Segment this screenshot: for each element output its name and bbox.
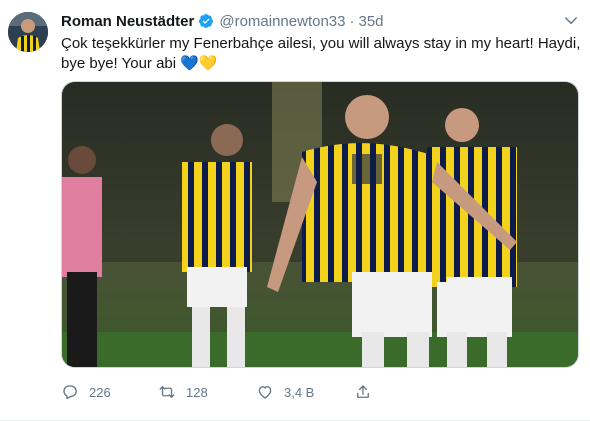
verified-badge-icon (199, 14, 214, 29)
display-name[interactable]: Roman Neustädter (61, 13, 194, 30)
share-icon (357, 385, 369, 398)
reply-count: 226 (89, 384, 111, 400)
chevron-down-icon[interactable] (562, 12, 580, 30)
retweet-button[interactable]: 128 (158, 383, 256, 401)
tweet-media[interactable] (61, 81, 579, 368)
separator-dot: · (349, 12, 355, 30)
retweet-count: 128 (186, 384, 208, 400)
retweet-icon (159, 386, 175, 398)
heart-icon (258, 386, 272, 399)
user-handle[interactable]: @romainnewton33 (219, 13, 345, 30)
avatar-image (8, 12, 48, 52)
share-button[interactable] (354, 383, 384, 401)
media-photo (62, 82, 578, 367)
tweet-header: Roman Neustädter @romainnewton33 · 35d (61, 10, 580, 32)
avatar[interactable] (8, 12, 48, 52)
timestamp[interactable]: 35d (359, 13, 384, 30)
tweet-actions: 226 128 3,4 B (61, 380, 384, 404)
tweet-text: Çok teşekkürler my Fenerbahçe ailesi, yo… (61, 35, 581, 72)
reply-icon (63, 385, 77, 400)
like-button[interactable]: 3,4 B (256, 383, 354, 401)
tweet[interactable]: Roman Neustädter @romainnewton33 · 35d Ç… (0, 0, 590, 421)
like-count: 3,4 B (284, 384, 315, 400)
reply-button[interactable]: 226 (61, 383, 158, 401)
